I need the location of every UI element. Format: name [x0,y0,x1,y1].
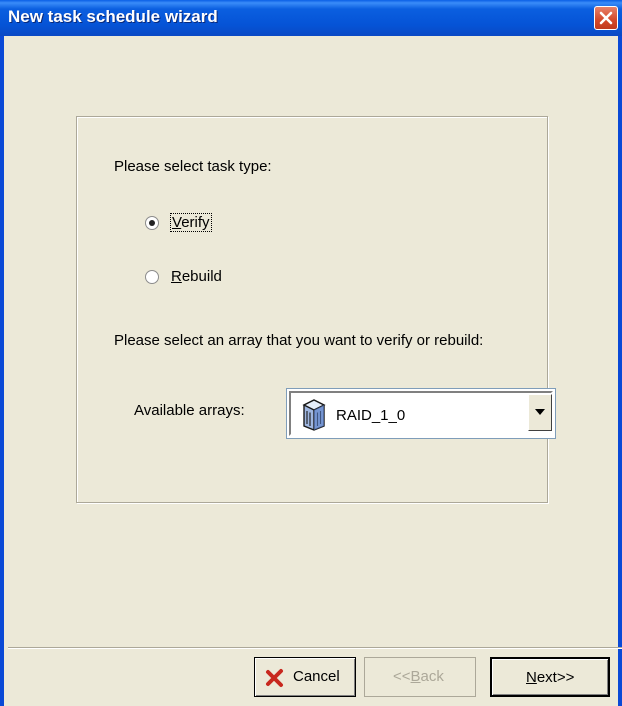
red-x-icon [266,669,283,687]
title-bar[interactable]: New task schedule wizard [0,0,622,36]
disk-array-icon [302,399,326,431]
dropdown-field: RAID_1_0 [289,391,553,436]
footer-divider [8,647,622,649]
radio-selected-dot [149,220,155,226]
back-label-rest: ack [420,668,444,685]
next-label-rest: ext>> [536,669,575,686]
available-arrays-label: Available arrays: [134,402,245,419]
radio-rebuild-button[interactable] [145,270,159,284]
window-title: New task schedule wizard [8,7,218,26]
available-arrays-dropdown[interactable]: RAID_1_0 [286,388,556,439]
cancel-button[interactable]: Cancel [254,657,356,697]
back-button[interactable]: <<Back [364,657,476,697]
cancel-label: Cancel [293,668,340,685]
verify-mnemonic: V [172,214,182,231]
chevron-down-icon [535,409,545,415]
next-label: Next>> [526,669,574,686]
next-button[interactable]: Next>> [490,657,610,697]
radio-rebuild-label: Rebuild [171,268,222,285]
task-type-prompt: Please select task type: [114,158,272,175]
verify-label-rest: erify [181,214,210,231]
close-icon [599,11,613,25]
wizard-window: New task schedule wizard Please select t… [0,0,622,706]
back-mnemonic: B [410,668,421,685]
back-prefix: << [393,668,411,685]
focus-outline: Verify [170,213,212,232]
close-button[interactable] [594,6,618,30]
selected-array-value: RAID_1_0 [336,407,406,424]
dropdown-arrow-button[interactable] [528,394,552,431]
rebuild-mnemonic: R [171,268,182,285]
radio-verify-label: Verify [170,213,212,232]
next-mnemonic: N [526,669,537,686]
array-select-prompt: Please select an array that you want to … [114,332,484,349]
radio-verify-button[interactable] [145,216,159,230]
rebuild-label-rest: ebuild [181,268,222,285]
back-label: <<Back [393,668,444,685]
